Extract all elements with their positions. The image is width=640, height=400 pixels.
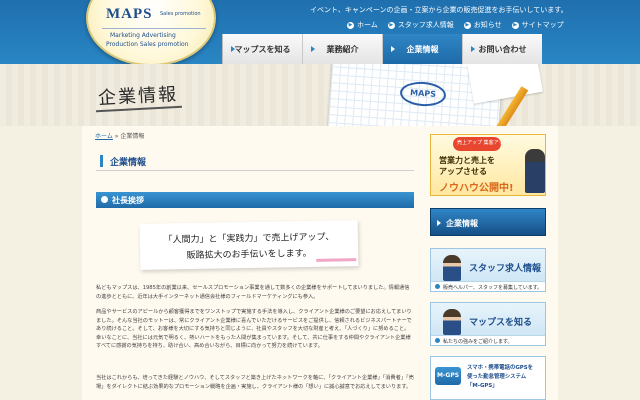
sidebar-item-label: 企業情報 bbox=[446, 219, 478, 228]
paragraph-2: 商品やサービスのアピールから顧客獲得までをワンストップで実施する手法を導入し、ク… bbox=[96, 309, 412, 350]
businessman-icon bbox=[525, 149, 545, 193]
gps-logo: M-GPS bbox=[435, 367, 461, 385]
nav-tab-label: 業務紹介 bbox=[326, 44, 359, 54]
utility-link-label: お知らせ bbox=[473, 21, 502, 29]
site-tagline: イベント、キャンペーンの企画・立案から企業の販売促進をお手伝いしています。 bbox=[310, 6, 568, 14]
gps-line-3: 「M-GPS」 bbox=[467, 383, 498, 389]
nav-tab-services[interactable]: 業務紹介 bbox=[302, 34, 382, 64]
about-person-icon bbox=[443, 309, 461, 335]
utility-link-label: スタッフ求人情報 bbox=[397, 21, 454, 29]
sidebar-card-title: マップスを知る bbox=[469, 318, 533, 328]
gps-line-1: スマホ・携帯電話のGPSを bbox=[467, 365, 534, 371]
logo-subtitle: Sales promotion bbox=[160, 11, 201, 17]
promo-badge-text: 売上アップ 集客アップ bbox=[457, 140, 509, 146]
arrow-right-icon bbox=[311, 46, 315, 52]
arrow-right-icon bbox=[391, 46, 395, 52]
arrow-right-icon bbox=[471, 46, 475, 52]
sidebar-card-strip: 私たちの強みをご紹介します。 bbox=[431, 335, 545, 345]
utility-link-sitemap[interactable]: ▶ サイトマップ bbox=[511, 19, 564, 31]
sidebar-card-desc: 私たちの強みをご紹介します。 bbox=[443, 339, 513, 345]
person-icon: ▶ bbox=[387, 21, 395, 29]
section-title: 社長挨拶 bbox=[112, 196, 144, 205]
sitemap-icon: ▶ bbox=[511, 21, 519, 29]
nav-tab-label: マップスを知る bbox=[234, 44, 291, 54]
utility-link-news[interactable]: ▶ お知らせ bbox=[463, 19, 502, 31]
sidebar-promo-banner[interactable]: 売上アップ 集客アップ 営業力と売上を アップさせる ノウハウ公開中! bbox=[430, 134, 546, 196]
sidebar-card-staff[interactable]: スタッフ求人情報 販売ヘルパー、スタッフを募集しています。 bbox=[430, 248, 546, 292]
breadcrumb-home-link[interactable]: ホーム bbox=[95, 133, 113, 140]
bullet-icon bbox=[435, 284, 440, 289]
sidebar-gps-banner[interactable]: M-GPS スマホ・携帯電話のGPSを 使った勤怠管理システム 「M-GPS」 bbox=[430, 356, 546, 400]
page-heading: 企業情報 bbox=[96, 153, 414, 171]
sidebar-card-title: スタッフ求人情報 bbox=[469, 264, 542, 274]
nav-tab-label: 企業情報 bbox=[406, 44, 439, 54]
utility-nav: ▶ ホーム ▶ スタッフ求人情報 ▶ お知らせ ▶ サイトマップ bbox=[347, 19, 564, 31]
sidebar-card-about[interactable]: マップスを知る 私たちの強みをご紹介します。 bbox=[430, 302, 546, 346]
home-icon: ▶ bbox=[347, 21, 354, 29]
logo-tagline-1: Marketing Advertising bbox=[110, 32, 176, 39]
hero-note-paper bbox=[467, 64, 543, 104]
arrow-right-icon bbox=[231, 46, 235, 52]
nav-tab-about[interactable]: マップスを知る bbox=[222, 34, 302, 64]
utility-link-label: サイトマップ bbox=[521, 21, 564, 29]
promo-line-1: 営業力と売上を bbox=[439, 156, 495, 165]
sidebar-card-strip: 販売ヘルパー、スタッフを募集しています。 bbox=[431, 281, 545, 291]
hero-banner: 企業情報 MAPS bbox=[0, 64, 640, 126]
promo-line-2: アップさせる bbox=[439, 167, 487, 176]
breadcrumb: ホーム » 企業情報 bbox=[95, 131, 144, 140]
nav-tab-label: お問い合わせ bbox=[478, 44, 527, 54]
utility-link-home[interactable]: ▶ ホーム bbox=[347, 19, 378, 31]
utility-link-staff[interactable]: ▶ スタッフ求人情報 bbox=[387, 19, 454, 31]
sidebar-card-desc: 販売ヘルパー、スタッフを募集しています。 bbox=[443, 285, 543, 291]
site-header: MAPS Sales promotion Marketing Advertisi… bbox=[0, 0, 640, 66]
staff-person-icon bbox=[443, 255, 461, 281]
logo-divider bbox=[102, 28, 206, 29]
section-header-greeting: 社長挨拶 bbox=[96, 192, 414, 208]
paragraph-3: 当社はこれからも、培ってきた経験とノウハウ、そしてスタッフと築き上げたネットワー… bbox=[96, 375, 414, 390]
sidebar-item-company[interactable]: 企業情報 bbox=[430, 208, 546, 236]
quote-card: 「人間力」と「実践力」で売上げアップ、 販路拡大のお手伝いをします。 bbox=[139, 220, 359, 270]
paragraph-1: 私どもマップスは、1985年の創業以来、セールスプロモーション事業を通して数多く… bbox=[96, 285, 410, 300]
bullet-icon bbox=[435, 338, 440, 343]
heading-accent-bar bbox=[100, 155, 103, 167]
promo-line-3: ノウハウ公開中! bbox=[439, 183, 514, 194]
circle-bullet-icon bbox=[101, 196, 108, 203]
logo-title: MAPS bbox=[106, 6, 153, 22]
logo-tagline-2: Production Sales promotion bbox=[106, 41, 189, 48]
nav-tab-contact[interactable]: お問い合わせ bbox=[462, 34, 542, 64]
info-icon: ▶ bbox=[463, 21, 471, 29]
arrow-right-icon bbox=[437, 220, 441, 226]
utility-link-label: ホーム bbox=[357, 21, 378, 29]
main-nav: マップスを知る 業務紹介 企業情報 お問い合わせ bbox=[222, 34, 542, 64]
quote-line-1: 「人間力」と「実践力」で売上げアップ、 bbox=[163, 232, 335, 246]
page-title: 企業情報 bbox=[110, 158, 147, 168]
nav-tab-company[interactable]: 企業情報 bbox=[382, 34, 462, 64]
breadcrumb-current: 企業情報 bbox=[120, 133, 145, 140]
gps-line-2: 使った勤怠管理システム bbox=[467, 374, 527, 380]
quote-highlight bbox=[316, 258, 357, 262]
site-logo[interactable]: MAPS Sales promotion Marketing Advertisi… bbox=[86, 0, 216, 66]
